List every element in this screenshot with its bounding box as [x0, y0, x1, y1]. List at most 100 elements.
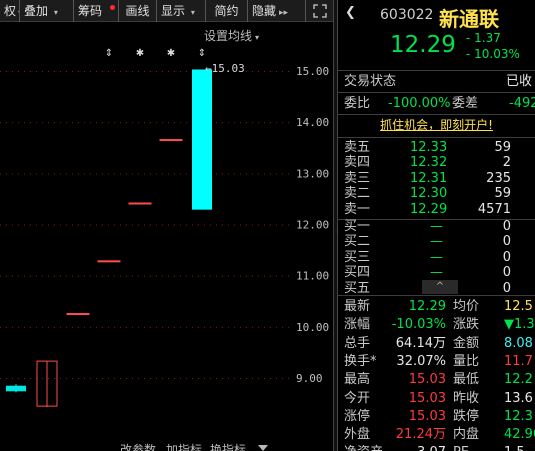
divider	[338, 114, 535, 115]
gridline-dot	[258, 378, 259, 379]
gridline-dot	[156, 173, 157, 175]
add-indicator-button[interactable]: 加指标	[166, 441, 202, 451]
kline-chart[interactable]: 15.00 14.00 13.00 12.00 11.00 10.00 9.00 ⇕ ✱ ✱ ⇕ …	[0, 22, 333, 451]
gridline-dot	[132, 275, 133, 277]
stat-value: 12.5	[504, 299, 533, 314]
gridline-dot	[216, 326, 217, 328]
divider	[338, 137, 535, 138]
toolbar-chips[interactable]: 筹码	[74, 0, 119, 22]
fullscreen-button[interactable]	[306, 0, 333, 22]
gridline-dot	[78, 71, 79, 72]
stat-value: 12.29	[408, 299, 446, 314]
event-marker-icon[interactable]: ✱	[136, 48, 144, 59]
edit-params-button[interactable]: 改参数	[120, 441, 156, 451]
gridline-dot	[264, 326, 265, 328]
gridline-dot	[144, 173, 145, 175]
toolbar-hide[interactable]: 隐藏 ▸▸	[248, 0, 306, 22]
gridline-dot	[138, 224, 139, 226]
gridline-dot	[228, 326, 229, 328]
back-arrow-icon[interactable]: ❮	[345, 5, 356, 20]
gridline-dot	[96, 326, 97, 328]
gridline-dot	[102, 275, 103, 277]
gridline-dot	[228, 275, 229, 277]
toolbar-draw-line[interactable]: 画线	[119, 0, 157, 22]
gridline-dot	[174, 71, 175, 72]
switch-indicator-button[interactable]: 换指标	[210, 441, 246, 451]
stat-label: 均价	[453, 299, 480, 314]
gridline-dot	[144, 71, 145, 72]
kline-chart-svg: 15.00 14.00 13.00 12.00 11.00 10.00 9.00 ⇕ ✱ ✱ ⇕ …	[0, 48, 329, 408]
gridline-dot	[114, 326, 115, 328]
candle-body	[159, 139, 183, 142]
gridline-dot	[48, 173, 49, 175]
gridline-dot	[186, 275, 187, 277]
stat-label: 跌停	[453, 408, 480, 424]
gridline-dot	[96, 275, 97, 277]
gridline-dot	[228, 378, 229, 379]
gridline-dot	[72, 71, 73, 72]
candle-body	[128, 202, 152, 205]
gridline-dot	[66, 275, 67, 277]
gridline-dot	[54, 224, 55, 226]
gridline-dot	[36, 71, 37, 72]
gridline-dot	[132, 122, 133, 124]
gridline-dot	[24, 378, 25, 379]
toolbar-restore-rights[interactable]: 权▾	[0, 0, 20, 22]
collapse-orderbook-button[interactable]: ^	[422, 280, 458, 294]
gridline-dot	[162, 378, 163, 379]
open-account-link[interactable]: 抓住机会，即刻开户!	[338, 116, 535, 135]
ma-settings-button[interactable]: 设置均线 ▾	[204, 27, 259, 44]
orderbook-row[interactable]: 卖一 12.29 4571	[338, 201, 535, 218]
chart-toolbar: 权▾ 叠加 ▾ 筹码 画线 显示 ▾ 简约 隐藏▸▸	[0, 0, 333, 22]
stat-value: 21.24万	[395, 427, 446, 443]
stat-value: 8.08	[504, 335, 533, 351]
event-marker-icon[interactable]: ⇕	[198, 48, 206, 59]
gridline-dot	[48, 378, 49, 379]
stat-label: 总手	[344, 335, 371, 351]
gridline-dot	[198, 224, 199, 226]
gridline-dot	[132, 326, 133, 328]
toolbar-overlay[interactable]: 叠加 ▾	[20, 0, 74, 22]
price-tick-label: 12.00	[296, 219, 329, 232]
gridline-dot	[222, 173, 223, 175]
gridline-dot	[192, 275, 193, 277]
gridline-dot	[204, 224, 205, 226]
toolbar-label: 权	[4, 4, 17, 18]
event-marker-icon[interactable]: ⇕	[105, 48, 113, 59]
gridline-dot	[138, 173, 139, 175]
gridline-dot	[282, 378, 283, 379]
gridline-dot	[264, 71, 265, 72]
gridline-dot	[150, 173, 151, 175]
gridline-dot	[90, 326, 91, 328]
gridline-dot	[36, 326, 37, 328]
gridline-dot	[42, 173, 43, 175]
gridline-dot	[126, 378, 127, 379]
stat-label: 金额	[453, 335, 480, 351]
caret-down-icon[interactable]	[258, 445, 268, 451]
gridline-dot	[168, 122, 169, 124]
gridline-dot	[138, 275, 139, 277]
gridline-dot	[144, 122, 145, 124]
gridline-dot	[78, 378, 79, 379]
gridline-dot	[12, 224, 13, 226]
stat-value: 12.3	[504, 408, 533, 424]
gridline-dot	[126, 122, 127, 124]
gridline-dot	[174, 122, 175, 124]
toolbar-simple[interactable]: 简约	[206, 0, 248, 22]
gridline-dot	[234, 378, 235, 379]
event-marker-icon[interactable]: ✱	[167, 48, 175, 59]
gridline-dot	[0, 122, 1, 124]
price-tick-label: 14.00	[296, 116, 329, 129]
gridline-dot	[162, 326, 163, 328]
gridline-dot	[192, 378, 193, 379]
price-tick-label: 13.00	[296, 167, 329, 180]
gridline-dot	[156, 122, 157, 124]
gridline-dot	[216, 275, 217, 277]
gridline-dot	[282, 122, 283, 124]
gridline-dot	[270, 326, 271, 328]
gridline-dot	[120, 275, 121, 277]
toolbar-display[interactable]: 显示 ▾	[157, 0, 206, 22]
gridline-dot	[120, 224, 121, 226]
gridline-dot	[0, 378, 1, 379]
toolbar-label: 画线	[125, 4, 150, 18]
